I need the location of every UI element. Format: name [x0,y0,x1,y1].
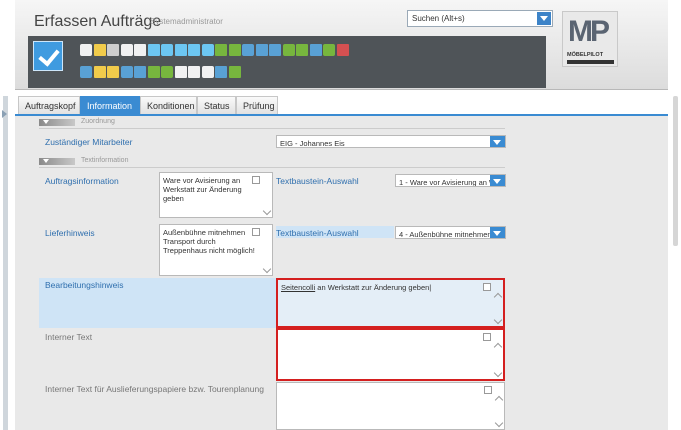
order-icon[interactable] [255,44,268,56]
scroll-up-icon[interactable] [493,342,503,352]
scroll-up-icon[interactable] [493,292,503,302]
auftragsinfo-label: Auftragsinformation [45,176,119,186]
copy-icon[interactable] [80,66,92,78]
expand-arrow-icon[interactable] [2,110,7,118]
delete-icon[interactable] [107,44,119,56]
divider [39,128,505,129]
lieferhinweis-value: Außenbühne mitnehmen Transport durch Tre… [163,228,255,255]
baustein2-value: 4 - Außenbühne mitnehmen [399,230,492,239]
pen-icon[interactable] [161,66,173,78]
report-icon[interactable] [215,66,227,78]
previous-icon[interactable] [174,44,187,56]
lieferhinweis-label: Lieferhinweis [45,228,95,238]
scroll-down-icon[interactable] [262,206,272,216]
intern-liefer-textarea[interactable] [276,382,505,430]
scroll-down-icon[interactable] [493,368,503,378]
header: Erfassen Aufträge Systemadministrator Su… [15,0,668,90]
bearbeitung-value: an Werkstatt zur Änderung geben| [315,283,432,292]
list-icon[interactable] [282,44,295,56]
intern-textarea[interactable] [276,328,505,381]
scrollbar-thumb[interactable] [673,96,678,246]
logo-underline [567,60,614,64]
logo-mark: MP [568,15,610,48]
checkbox[interactable] [483,333,491,341]
chevron-down-icon[interactable] [490,227,505,238]
search-icon[interactable] [147,44,160,56]
user-name: Systemadministrator [150,17,223,26]
checkbox[interactable] [252,176,260,184]
lieferhinweis-textarea[interactable]: Außenbühne mitnehmen Transport durch Tre… [159,224,273,276]
baustein1-select[interactable]: 1 - Ware vor Avisierung an W [395,174,506,187]
logo: MP MÖBELPILOT [562,11,618,67]
auftragsinfo-value: Ware vor Avisierung an Werkstatt zur Änd… [163,176,242,203]
tab-auftragskopf[interactable]: Auftragskopf [18,96,80,115]
checkbox[interactable] [252,228,260,236]
bearbeitung-label: Bearbeitungshinweis [45,280,124,290]
formula-icon[interactable] [174,66,187,78]
document-icon[interactable] [215,44,227,56]
chart-icon[interactable] [147,66,160,78]
search-box[interactable]: Suchen (Alt+s) [407,10,553,27]
page-title: Erfassen Aufträge [34,13,162,30]
auftragsinfo-textarea[interactable]: Ware vor Avisierung an Werkstatt zur Änd… [159,172,273,218]
left-rail[interactable] [3,96,8,430]
tab-information[interactable]: Information [80,96,140,115]
first-icon[interactable] [161,44,173,56]
cancel-icon[interactable] [336,44,349,56]
tab-konditionen[interactable]: Konditionen [140,96,197,115]
calendar-icon[interactable] [201,66,214,78]
last-icon[interactable] [201,44,214,56]
scroll-down-icon[interactable] [494,418,504,428]
grid-icon[interactable] [228,66,241,78]
search-dropdown-button[interactable] [537,12,551,25]
printer-icon[interactable] [188,66,200,78]
list-green-icon[interactable] [296,44,308,56]
scroll-up-icon[interactable] [494,395,504,405]
save-icon[interactable] [80,44,92,56]
intern-label: Interner Text [45,332,93,342]
mitarbeiter-select[interactable]: EIG - Johannes Eis [276,135,506,148]
back-icon[interactable] [134,44,146,56]
bearbeitung-textarea[interactable]: Seitencolli an Werkstatt zur Änderung ge… [276,278,505,328]
help-icon[interactable] [120,44,133,56]
order-edit-icon[interactable] [269,44,281,56]
collapse-icon[interactable] [39,158,75,165]
section-label: Zuordnung [81,118,115,125]
folder-icon[interactable] [93,66,106,78]
scroll-down-icon[interactable] [493,315,503,325]
baustein1-label: Textbaustein-Auswahl [276,176,359,186]
collapse-icon[interactable] [39,119,75,126]
new-icon[interactable] [93,44,106,56]
divider [39,167,505,168]
tab-pruefung[interactable]: Prüfung [236,96,278,115]
checkbox[interactable] [483,283,491,291]
page-scrollbar[interactable] [672,96,679,430]
logo-name: MÖBELPILOT [567,52,604,58]
mitarbeiter-value: EIG - Johannes Eis [280,139,345,148]
truck-icon[interactable] [242,44,254,56]
baustein2-label: Textbaustein-Auswahl [276,228,359,238]
document-search-icon[interactable] [228,44,241,56]
table-icon[interactable] [134,66,146,78]
export-icon[interactable] [323,44,335,56]
section-label: Textinformation [81,157,129,164]
next-icon[interactable] [188,44,200,56]
bearbeitung-value-underlined: Seitencolli [281,283,316,292]
list-blue-icon[interactable] [309,44,322,56]
people-icon[interactable] [107,66,119,78]
intern-liefer-label: Interner Text für Auslieferungspapiere b… [45,384,264,394]
baustein2-select[interactable]: 4 - Außenbühne mitnehmen [395,226,506,239]
baustein1-value: 1 - Ware vor Avisierung an W [399,178,497,187]
chevron-down-icon[interactable] [490,175,505,186]
print-icon[interactable] [120,66,133,78]
checkbox[interactable] [484,386,492,394]
chevron-down-icon[interactable] [490,136,505,147]
mitarbeiter-label: Zuständiger Mitarbeiter [45,137,133,147]
scroll-down-icon[interactable] [262,264,272,274]
confirm-button[interactable] [33,41,63,71]
left-panel-edge [0,0,10,430]
tab-status[interactable]: Status [197,96,236,115]
search-input[interactable]: Suchen (Alt+s) [412,14,465,23]
form-content: Zuordnung Zuständiger Mitarbeiter EIG - … [15,116,668,430]
